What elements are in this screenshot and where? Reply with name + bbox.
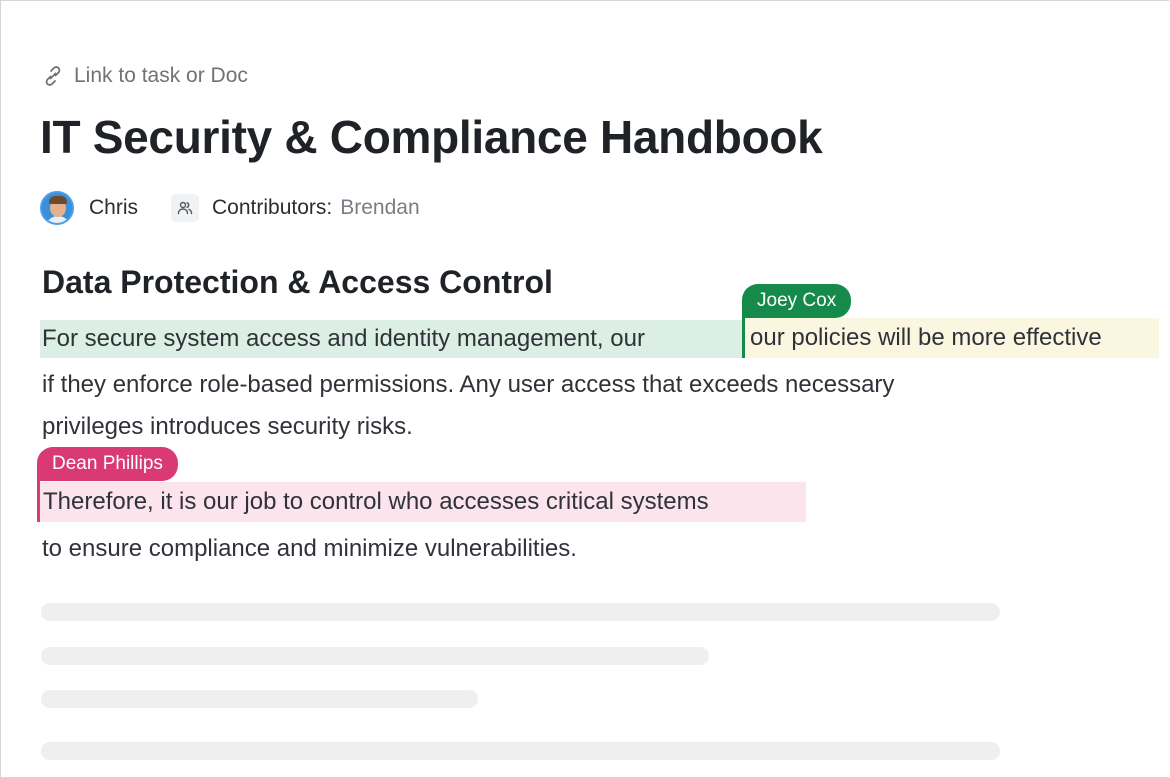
skeleton-line — [41, 603, 1000, 621]
paragraph-line[interactable]: our policies will be more effective — [750, 323, 1102, 353]
collaborator-tag-joey: Joey Cox — [742, 284, 852, 318]
contributor-name[interactable]: Brendan — [340, 196, 419, 220]
avatar[interactable] — [40, 191, 74, 225]
paragraph-line[interactable]: to ensure compliance and minimize vulner… — [42, 534, 577, 564]
owner-name[interactable]: Chris — [89, 196, 138, 220]
skeleton-line — [41, 647, 709, 665]
collaborator-cursor-joey — [742, 316, 745, 358]
link-label: Link to task or Doc — [74, 64, 248, 87]
link-to-task-button[interactable]: Link to task or Doc — [42, 64, 248, 88]
skeleton-line — [41, 690, 478, 708]
paragraph-line[interactable]: Therefore, it is our job to control who … — [43, 487, 709, 517]
people-icon[interactable] — [171, 194, 200, 222]
link-icon — [42, 65, 64, 87]
document-meta: Chris Contributors: Brendan — [40, 190, 420, 226]
collaborator-cursor-dean — [37, 480, 40, 522]
section-heading[interactable]: Data Protection & Access Control — [42, 264, 553, 301]
paragraph-line[interactable]: privileges introduces security risks. — [42, 412, 413, 442]
page-title[interactable]: IT Security & Compliance Handbook — [40, 110, 823, 164]
collaborator-tag-dean: Dean Phillips — [37, 447, 178, 481]
contributors-label: Contributors: — [212, 196, 333, 219]
skeleton-line — [41, 742, 1000, 760]
paragraph-line[interactable]: For secure system access and identity ma… — [42, 324, 645, 354]
paragraph-line[interactable]: if they enforce role-based permissions. … — [42, 370, 894, 400]
